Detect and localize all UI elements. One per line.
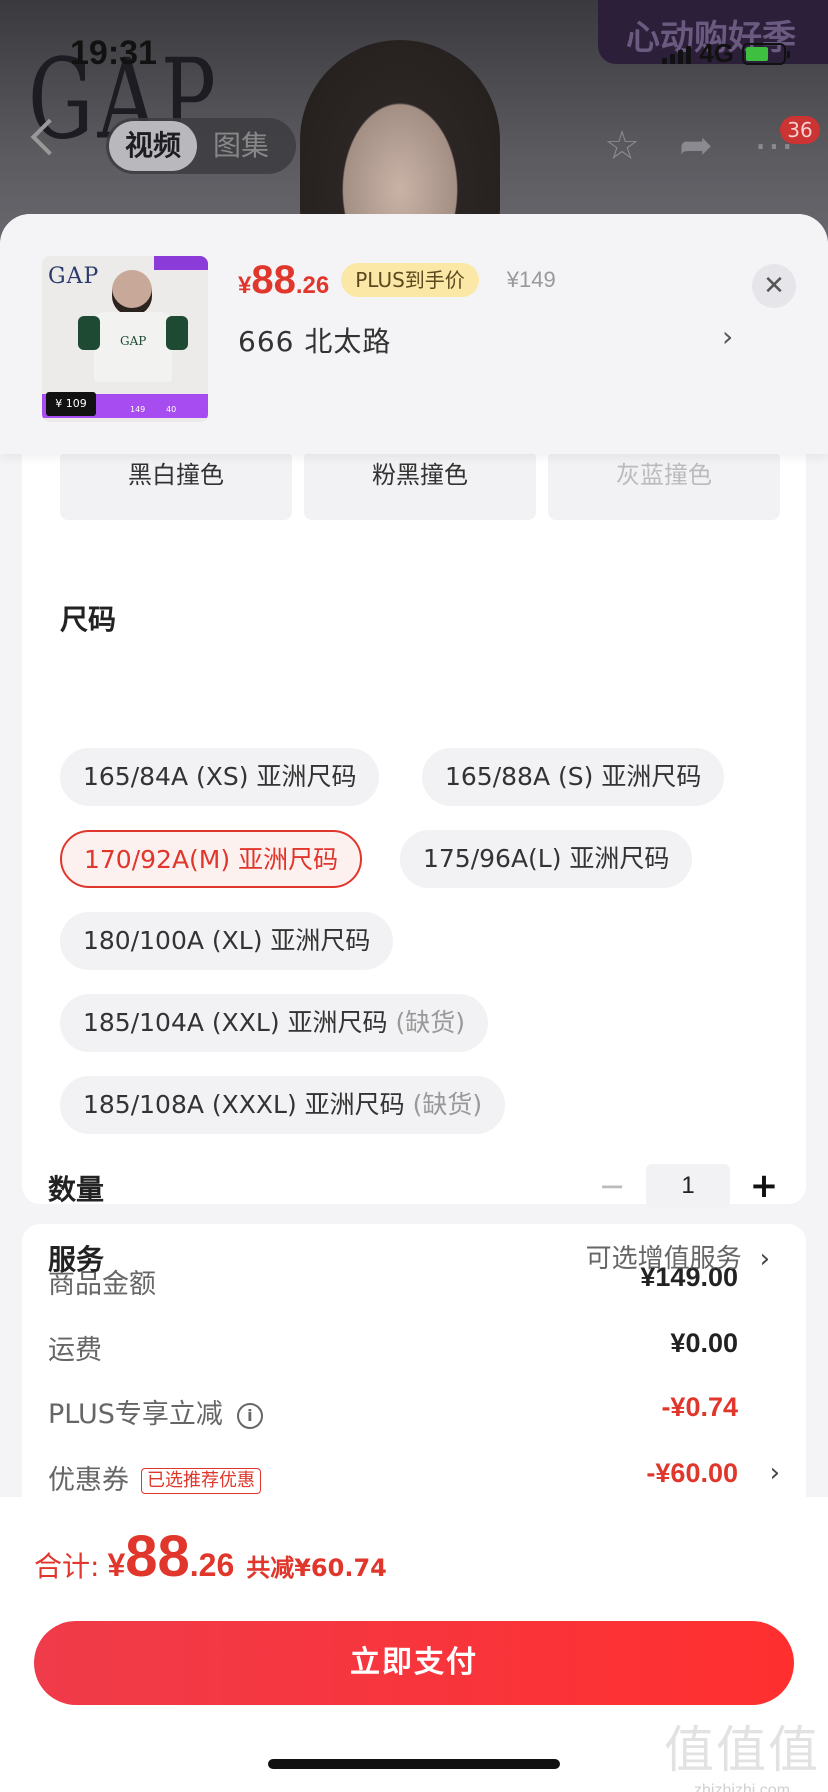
pay-now-button[interactable]: 立即支付 xyxy=(34,1621,794,1705)
total-label: 合计: xyxy=(34,1550,100,1583)
product-thumbnail[interactable]: GAP GAP ¥ 109 149 40 xyxy=(42,256,208,422)
quantity-label: 数量 xyxy=(48,1173,105,1206)
chevron-right-icon[interactable]: › xyxy=(722,320,733,353)
selected-variant[interactable]: 666 北太路 xyxy=(238,320,738,360)
shipping-label: 运费 xyxy=(48,1335,102,1366)
product-header: GAP GAP ¥ 109 149 40 ¥ 88 .26 PLUS到手价 ¥1… xyxy=(0,214,828,454)
media-tabs: 视频 图集 xyxy=(106,118,296,174)
plus-icon[interactable]: + xyxy=(744,1166,784,1206)
quantity-stepper: − 1 + xyxy=(592,1164,792,1208)
shipping-value: ¥0.00 xyxy=(670,1328,738,1358)
coupon-label: 优惠券 xyxy=(48,1465,129,1496)
chevron-right-icon: › xyxy=(769,1458,780,1488)
price-decimal: .26 xyxy=(295,272,330,299)
signal-icon xyxy=(662,44,692,64)
coupon-row[interactable]: 优惠券 已选推荐优惠 -¥60.00 › xyxy=(48,1458,788,1498)
total-decimal: .26 xyxy=(189,1547,235,1583)
thumb-brand-logo: GAP xyxy=(48,264,100,289)
watermark: 值值值 zhizhizhi.com xyxy=(664,1710,820,1792)
network-type: 4G xyxy=(699,38,734,68)
minus-icon[interactable]: − xyxy=(592,1167,632,1205)
plus-price-badge: PLUS到手价 xyxy=(341,263,479,297)
size-section-title: 尺码 xyxy=(60,603,117,636)
chevron-right-icon: › xyxy=(759,1244,770,1274)
thumb-left-value: 149 xyxy=(130,405,146,414)
out-of-stock-label: (缺货) xyxy=(412,1090,483,1119)
service-label: 服务 xyxy=(48,1243,105,1276)
price-integer: 88 xyxy=(251,258,296,302)
total-line: 合计: ¥ 88 .26 共减¥60.74 xyxy=(34,1523,387,1590)
battery-icon xyxy=(742,42,790,65)
notification-badge: 36 xyxy=(780,116,820,144)
size-option-s[interactable]: 165/88A (S) 亚洲尺码 xyxy=(422,748,725,806)
out-of-stock-label: (缺货) xyxy=(395,1008,466,1037)
total-symbol: ¥ xyxy=(107,1547,126,1583)
size-option-m[interactable]: 170/92A(M) 亚洲尺码 xyxy=(60,830,363,888)
size-option-xl[interactable]: 180/100A (XL) 亚洲尺码 xyxy=(60,912,394,970)
tab-video[interactable]: 视频 xyxy=(109,121,198,171)
home-indicator xyxy=(268,1759,560,1769)
shipping-row: 运费 ¥0.00 xyxy=(48,1328,788,1368)
info-icon[interactable]: i xyxy=(236,1403,263,1429)
close-button[interactable]: ✕ xyxy=(752,264,796,308)
thumb-shirt: GAP xyxy=(78,312,188,382)
coupon-value: -¥60.00 xyxy=(646,1458,738,1488)
spec-card: 黑白撞色 粉黑撞色 灰蓝撞色 尺码 165/84A (XS) 亚洲尺码 165/… xyxy=(22,334,806,1276)
price-symbol: ¥ xyxy=(238,272,252,299)
color-option-pink-black[interactable]: 粉黑撞色 xyxy=(304,450,536,520)
plus-discount-row: PLUS专享立减 i -¥0.74 xyxy=(48,1392,788,1432)
favorite-star-icon[interactable]: ☆ xyxy=(600,124,644,168)
total-saved: 共减¥60.74 xyxy=(246,1554,387,1582)
coupon-recommended-tag: 已选推荐优惠 xyxy=(141,1468,261,1494)
size-option-l[interactable]: 175/96A(L) 亚洲尺码 xyxy=(400,830,693,888)
status-time: 19:31 xyxy=(70,34,157,72)
status-icons: 4G xyxy=(662,38,790,69)
watermark-url: zhizhizhi.com xyxy=(693,1782,791,1792)
price-row: ¥ 88 .26 PLUS到手价 ¥149 xyxy=(238,258,556,303)
service-selector[interactable]: 可选增值服务 › xyxy=(586,1238,770,1275)
original-price: ¥149 xyxy=(506,267,556,292)
total-integer: 88 xyxy=(125,1524,190,1589)
size-option-xs[interactable]: 165/84A (XS) 亚洲尺码 xyxy=(60,748,380,806)
tab-gallery[interactable]: 图集 xyxy=(197,121,285,171)
size-option-xxl[interactable]: 185/104A (XXL) 亚洲尺码 (缺货) xyxy=(60,994,489,1052)
size-option-xxxl[interactable]: 185/108A (XXXL) 亚洲尺码 (缺货) xyxy=(60,1076,506,1134)
share-icon[interactable]: ➦ xyxy=(674,124,718,168)
quantity-input[interactable]: 1 xyxy=(646,1164,730,1208)
plus-discount-value: -¥0.74 xyxy=(661,1392,738,1422)
color-option-grey-blue[interactable]: 灰蓝撞色 xyxy=(548,450,780,520)
thumb-right-value: 40 xyxy=(166,405,177,414)
thumb-promo-tag xyxy=(154,256,208,270)
plus-discount-label: PLUS专享立减 xyxy=(48,1399,223,1430)
color-option-black-white[interactable]: 黑白撞色 xyxy=(60,450,292,520)
thumb-model-head xyxy=(112,270,152,316)
watermark-logo: 值值值 xyxy=(664,1721,820,1779)
thumb-price: ¥ 109 xyxy=(46,392,96,416)
service-value: 可选增值服务 xyxy=(585,1244,742,1274)
